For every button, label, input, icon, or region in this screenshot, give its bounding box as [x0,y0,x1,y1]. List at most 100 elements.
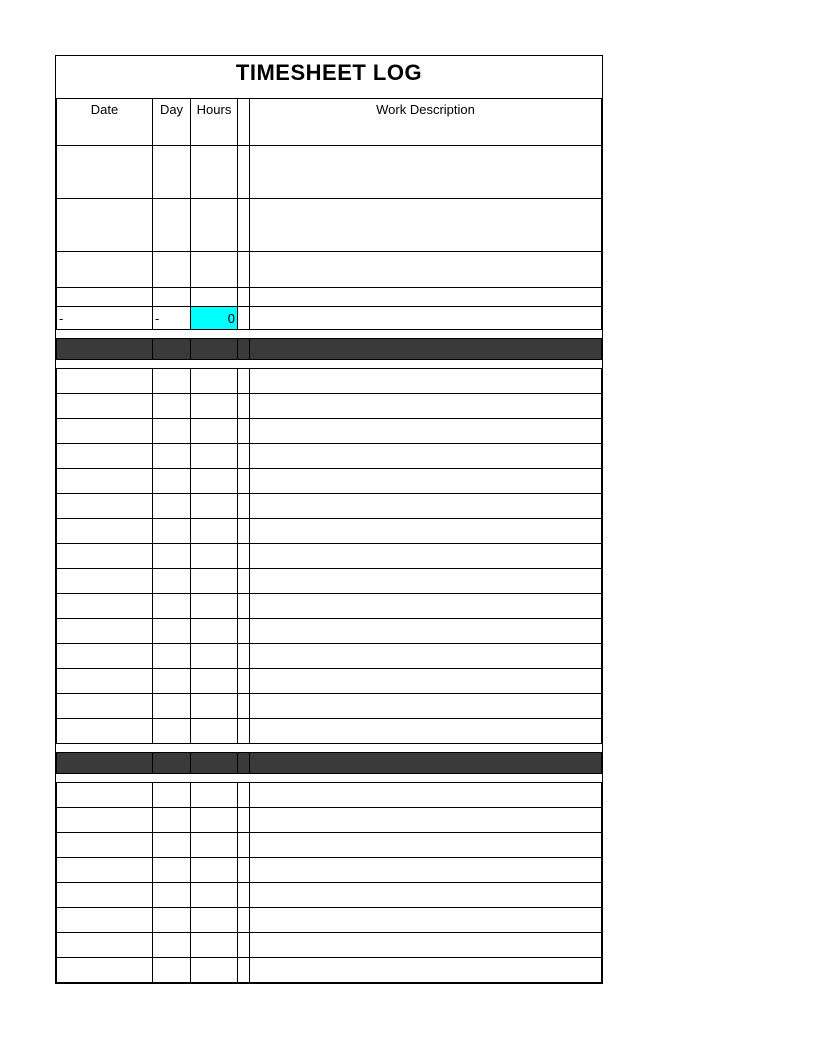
cell-date[interactable] [57,694,153,719]
cell-hours[interactable] [191,288,238,307]
cell-desc[interactable] [250,719,602,744]
cell-hours[interactable] [191,569,238,594]
cell-hours[interactable] [191,719,238,744]
cell-desc[interactable] [250,619,602,644]
cell-day[interactable] [153,719,191,744]
cell-day[interactable] [153,694,191,719]
cell-desc[interactable] [250,288,602,307]
cell-day[interactable] [153,494,191,519]
cell-day[interactable] [153,933,191,958]
cell-day[interactable] [153,908,191,933]
cell-desc[interactable] [250,808,602,833]
cell-hours[interactable] [191,444,238,469]
cell-date[interactable] [57,719,153,744]
cell-desc[interactable] [250,883,602,908]
cell-day[interactable] [153,288,191,307]
cell-desc[interactable] [250,933,602,958]
cell-date[interactable] [57,146,153,199]
cell-date[interactable] [57,644,153,669]
cell-day[interactable] [153,419,191,444]
cell-hours[interactable] [191,544,238,569]
cell-hours[interactable] [191,833,238,858]
cell-date[interactable] [57,883,153,908]
cell-date[interactable] [57,519,153,544]
cell-desc[interactable] [250,594,602,619]
cell-day[interactable] [153,644,191,669]
cell-desc[interactable] [250,469,602,494]
cell-hours[interactable] [191,694,238,719]
cell-hours[interactable] [191,858,238,883]
cell-day[interactable] [153,199,191,252]
cell-hours[interactable] [191,958,238,983]
cell-hours[interactable] [191,594,238,619]
cell-day[interactable] [153,519,191,544]
cell-desc[interactable] [250,833,602,858]
cell-day[interactable] [153,669,191,694]
cell-date[interactable] [57,858,153,883]
cell-date[interactable] [57,808,153,833]
cell-date[interactable] [57,288,153,307]
cell-hours[interactable] [191,619,238,644]
cell-date[interactable] [57,833,153,858]
cell-desc[interactable] [250,644,602,669]
cell-day[interactable] [153,146,191,199]
cell-date[interactable] [57,619,153,644]
cell-desc[interactable] [250,908,602,933]
cell-day[interactable] [153,594,191,619]
cell-hours[interactable] [191,369,238,394]
cell-day[interactable] [153,569,191,594]
cell-date[interactable] [57,669,153,694]
cell-desc[interactable] [250,519,602,544]
cell-hours[interactable] [191,394,238,419]
cell-desc[interactable] [250,544,602,569]
cell-date[interactable] [57,594,153,619]
cell-day[interactable] [153,833,191,858]
cell-hours[interactable] [191,146,238,199]
cell-hours[interactable] [191,908,238,933]
cell-date[interactable] [57,444,153,469]
cell-date[interactable] [57,908,153,933]
cell-date[interactable] [57,369,153,394]
cell-day[interactable] [153,858,191,883]
cell-hours[interactable] [191,199,238,252]
cell-day[interactable] [153,369,191,394]
cell-date[interactable] [57,494,153,519]
cell-desc[interactable] [250,419,602,444]
cell-desc[interactable] [250,858,602,883]
cell-hours[interactable] [191,252,238,288]
cell-date[interactable] [57,394,153,419]
cell-hours[interactable] [191,933,238,958]
cell-date[interactable] [57,933,153,958]
cell-day[interactable] [153,544,191,569]
cell-hours[interactable] [191,669,238,694]
cell-day[interactable] [153,394,191,419]
cell-desc[interactable] [250,494,602,519]
cell-day[interactable] [153,252,191,288]
cell-hours[interactable] [191,419,238,444]
cell-date[interactable] [57,469,153,494]
cell-hours[interactable] [191,883,238,908]
cell-date[interactable] [57,419,153,444]
cell-desc[interactable] [250,146,602,199]
cell-desc[interactable] [250,694,602,719]
cell-date[interactable] [57,199,153,252]
cell-desc[interactable] [250,394,602,419]
cell-day[interactable] [153,469,191,494]
cell-hours[interactable] [191,783,238,808]
cell-date[interactable] [57,958,153,983]
cell-desc[interactable] [250,252,602,288]
cell-hours[interactable] [191,469,238,494]
cell-date[interactable] [57,252,153,288]
cell-day[interactable] [153,883,191,908]
cell-hours[interactable] [191,519,238,544]
cell-desc[interactable] [250,669,602,694]
cell-hours[interactable] [191,494,238,519]
cell-desc[interactable] [250,569,602,594]
cell-day[interactable] [153,783,191,808]
cell-desc[interactable] [250,369,602,394]
cell-desc[interactable] [250,958,602,983]
cell-day[interactable] [153,808,191,833]
cell-date[interactable] [57,783,153,808]
cell-hours[interactable] [191,808,238,833]
cell-date[interactable] [57,569,153,594]
